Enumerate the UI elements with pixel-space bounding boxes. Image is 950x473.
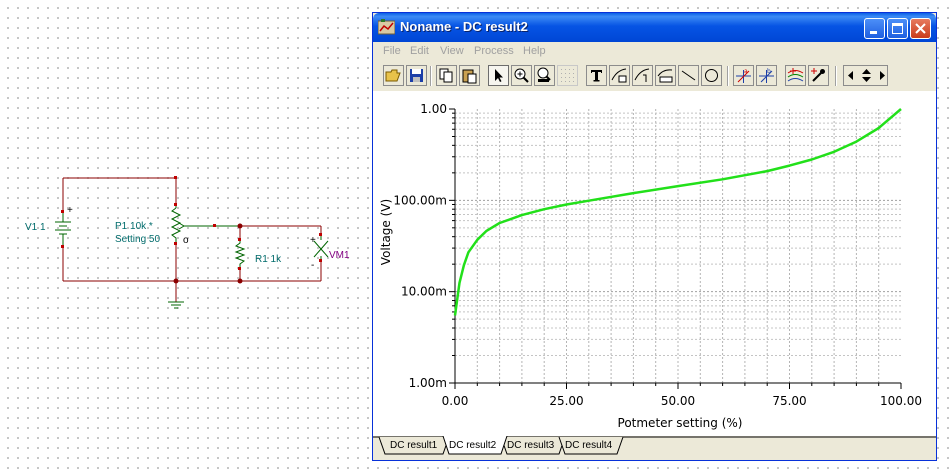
cursor-a-icon: a [736, 68, 751, 83]
x-tick-labels: 0.00 25.00 50.00 75.00 100.00 [442, 394, 922, 408]
resistor-r1[interactable] [234, 240, 246, 268]
save-icon [410, 69, 423, 82]
paste-button[interactable] [459, 65, 480, 86]
tab-dc-result1[interactable]: DC result1 [390, 438, 437, 454]
cursor-b-button[interactable]: b [756, 65, 777, 86]
p1-label: P1 10k * [115, 221, 153, 232]
curve-label2-button[interactable] [632, 65, 653, 86]
line-button[interactable] [678, 65, 699, 86]
circuit-schematic: + V1 1 P1 10k * Setting 50 o R1 1k + - V… [25, 176, 350, 309]
p1-wiper-mark: o [183, 235, 189, 246]
y-tick-label: 100.00m [393, 193, 447, 207]
eyedropper-button[interactable] [808, 65, 829, 86]
paste-icon [462, 69, 477, 84]
wires [62, 177, 322, 302]
y-tick-label: 10.00m [401, 285, 447, 299]
menu-bar: File Edit View Process Help [373, 42, 936, 62]
ellipse-button[interactable] [701, 65, 722, 86]
dc-result-chart: 0.00 25.00 50.00 75.00 100.00 1.00m 10.00m 100… [379, 102, 922, 430]
cursor-a-button[interactable]: a [733, 65, 754, 86]
pointer-icon [495, 69, 503, 82]
x-tick-label: 75.00 [772, 394, 806, 408]
title-bar[interactable]: Noname - DC result2 [373, 13, 936, 42]
junction-dots [173, 223, 243, 284]
menu-process[interactable]: Process [474, 45, 514, 57]
line-icon [681, 70, 696, 81]
menu-view[interactable]: View [440, 45, 464, 57]
menu-file[interactable]: File [383, 45, 401, 57]
terminal-marks [61, 176, 322, 270]
eyedropper-icon [811, 68, 825, 82]
series [453, 108, 902, 316]
x-axis-label: Potmeter setting (%) [618, 416, 743, 430]
zoom-100-button[interactable] [534, 65, 555, 86]
app-icon [378, 19, 395, 35]
v1-label: V1 1 [25, 222, 46, 233]
r1-label: R1 1k [255, 254, 282, 265]
dc-result-window: Noname - DC result2 File Edit View Proce… [372, 12, 937, 461]
zoom-in-icon [514, 68, 529, 83]
tab-dc-result4[interactable]: DC result4 [565, 438, 612, 454]
vm1-plus: + [310, 235, 316, 246]
text-icon [591, 70, 602, 82]
toolbar: a b [373, 62, 936, 90]
close-icon [915, 23, 926, 34]
y-axis-label: Voltage (V) [379, 199, 393, 265]
tab-dc-result3[interactable]: DC result3 [507, 438, 554, 454]
maximize-button[interactable] [887, 18, 908, 39]
x-tick-label: 25.00 [549, 394, 583, 408]
minimize-button[interactable] [864, 18, 885, 39]
ground-symbol [168, 301, 184, 309]
open-icon [385, 69, 401, 82]
copy-button[interactable] [436, 65, 457, 86]
curves-button[interactable] [785, 65, 806, 86]
p1-setting: Setting 50 [115, 234, 160, 245]
voltmeter-vm1[interactable] [313, 235, 329, 260]
plot-area[interactable]: 0.00 25.00 50.00 75.00 100.00 1.00m 10.00m 100… [373, 91, 936, 436]
curve-label2-icon [634, 68, 650, 82]
close-button[interactable] [910, 18, 931, 39]
x-tick-label: 100.00 [880, 394, 922, 408]
vm1-label: VM1 [329, 250, 350, 261]
menu-edit[interactable]: Edit [410, 45, 429, 57]
pointer-button[interactable] [488, 65, 509, 86]
curves-icon [787, 68, 804, 82]
v1-plus: + [67, 205, 73, 216]
y-tick-label: 1.00m [409, 376, 447, 390]
curve-label-icon [611, 68, 627, 83]
grid [455, 109, 901, 383]
menu-help[interactable]: Help [523, 45, 546, 57]
copy-icon [439, 68, 453, 83]
series-line [453, 108, 902, 316]
arrows-button[interactable] [843, 65, 888, 86]
text-button[interactable] [586, 65, 607, 86]
y-tick-label: 1.00 [420, 102, 447, 116]
result-tabs: DC result1 DC result2 DC result3 DC resu… [373, 436, 936, 460]
ellipse-icon [705, 69, 718, 82]
svg-text:b: b [767, 68, 771, 75]
y-tick-labels: 1.00m 10.00m 100.00m 1.00 [393, 102, 447, 390]
zoom-in-button[interactable] [511, 65, 532, 86]
tab-dc-result2[interactable]: DC result2 [449, 438, 496, 454]
axis-label-icon [657, 69, 673, 83]
zoom-100-icon [537, 67, 551, 82]
window-title: Noname - DC result2 [400, 19, 528, 34]
svg-text:a: a [744, 68, 748, 75]
maximize-icon [892, 23, 903, 34]
vm1-minus: - [311, 260, 314, 271]
save-button[interactable] [406, 65, 427, 86]
arrows-icon [848, 69, 885, 82]
axis-label-button[interactable] [655, 65, 676, 86]
cursor-b-icon: b [759, 68, 774, 83]
curve-label-button[interactable] [609, 65, 630, 86]
minimize-icon [870, 31, 877, 34]
grid-icon [561, 69, 574, 82]
x-tick-label: 0.00 [442, 394, 469, 408]
x-tick-label: 50.00 [661, 394, 695, 408]
open-button[interactable] [383, 65, 404, 86]
battery-v1[interactable] [55, 212, 71, 246]
grid-button[interactable] [557, 65, 578, 86]
